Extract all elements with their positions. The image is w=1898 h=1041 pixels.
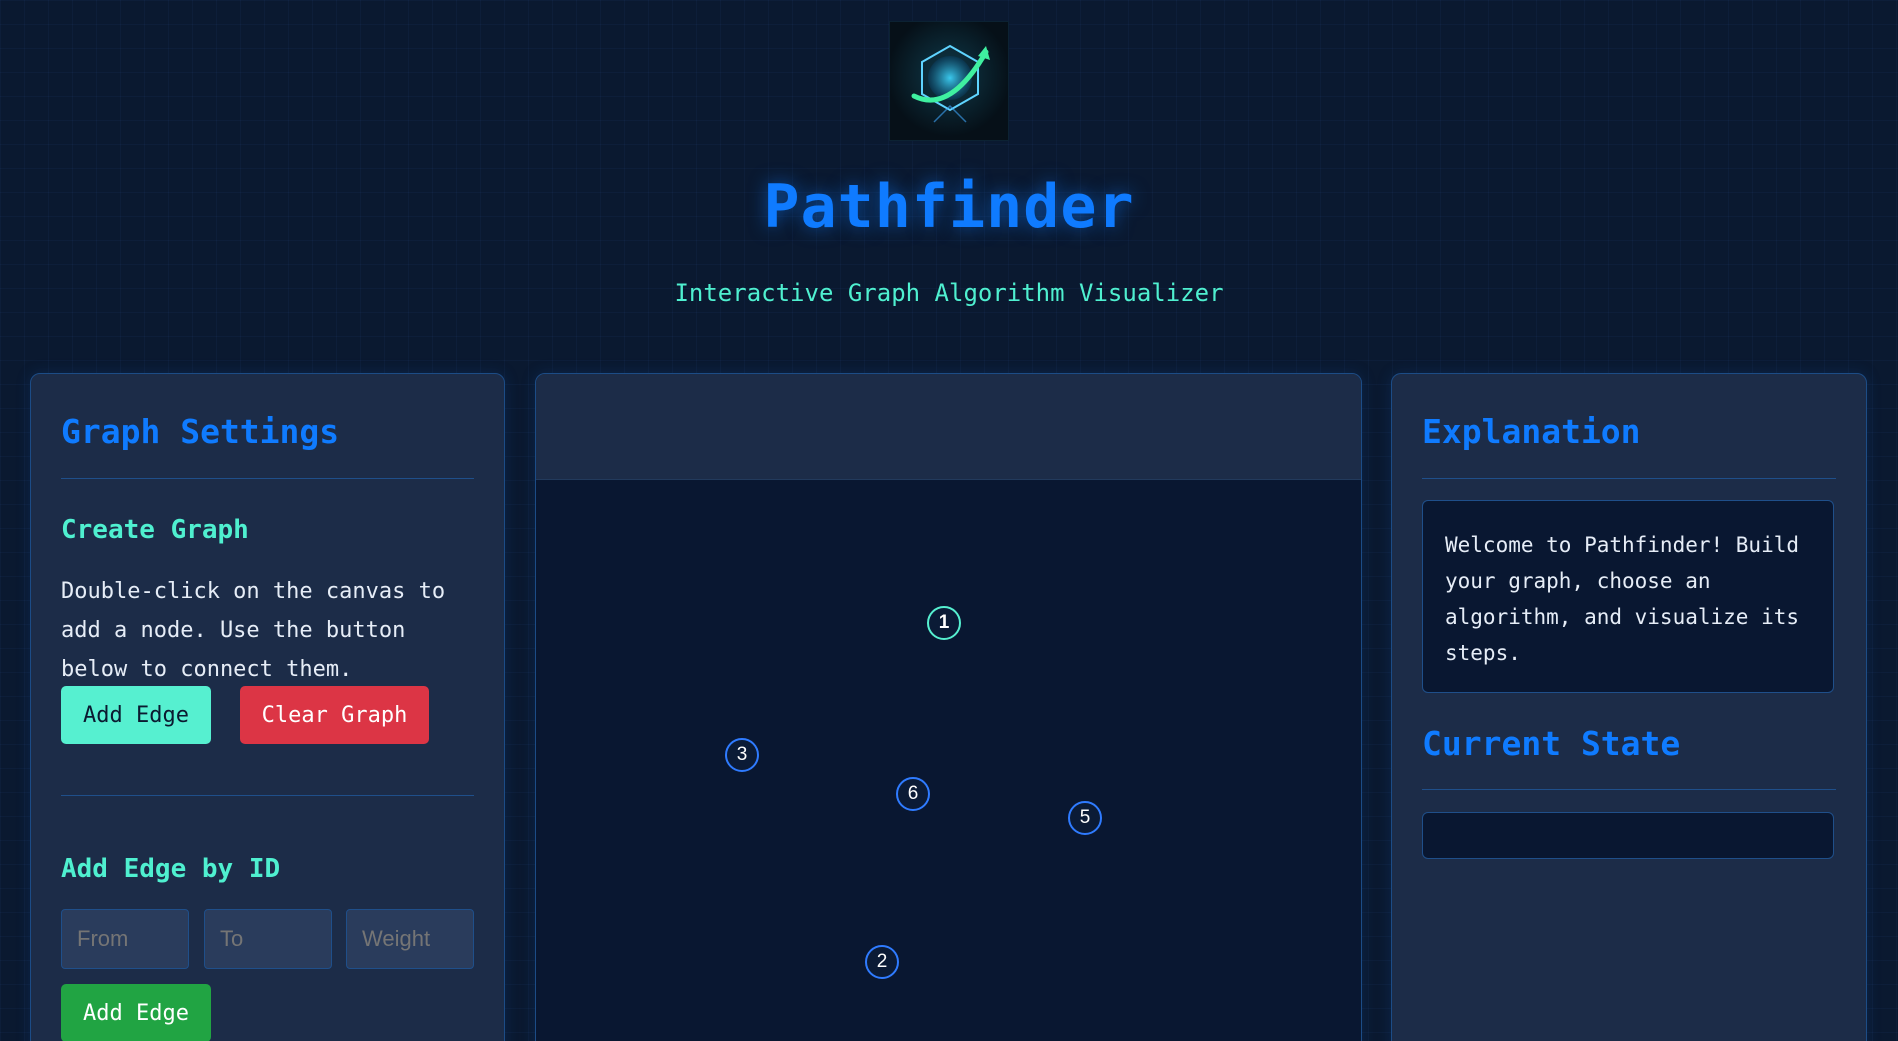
add-edge-by-id-button[interactable]: Add Edge [61,984,211,1041]
add-edge-by-id-heading: Add Edge by ID [61,854,281,884]
explanation-text: Welcome to Pathfinder! Build your graph,… [1422,500,1834,693]
page-title: Pathfinder [763,172,1135,242]
create-graph-heading: Create Graph [61,515,249,545]
weight-input[interactable] [346,909,474,969]
graph-node[interactable]: 3 [725,738,759,772]
clear-graph-button[interactable]: Clear Graph [240,686,429,744]
divider [61,478,474,479]
current-state-title: Current State [1422,724,1681,763]
app-root: Pathfinder Interactive Graph Algorithm V… [0,0,1898,1041]
graph-node[interactable]: 6 [896,777,930,811]
to-input[interactable] [204,909,332,969]
graph-canvas[interactable]: 1 3 6 5 2 [536,479,1361,1041]
explanation-panel: Explanation Welcome to Pathfinder! Build… [1391,373,1867,1041]
current-state-box [1422,812,1834,859]
divider [1422,789,1836,790]
from-input[interactable] [61,909,189,969]
graph-canvas-panel: 1 3 6 5 2 [535,373,1362,1041]
graph-node[interactable]: 5 [1068,801,1102,835]
graph-node[interactable]: 1 [927,606,961,640]
page-subtitle: Interactive Graph Algorithm Visualizer [674,279,1224,307]
graph-settings-panel: Graph Settings Create Graph Double-click… [30,373,505,1041]
graph-settings-title: Graph Settings [61,412,340,451]
add-edge-button[interactable]: Add Edge [61,686,211,744]
divider [1422,478,1836,479]
explanation-title: Explanation [1422,412,1641,451]
create-graph-description: Double-click on the canvas to add a node… [61,579,446,682]
canvas-toolbar [536,374,1361,479]
globe-arrow-logo-icon [889,21,1009,141]
divider [61,795,474,796]
graph-node[interactable]: 2 [865,945,899,979]
